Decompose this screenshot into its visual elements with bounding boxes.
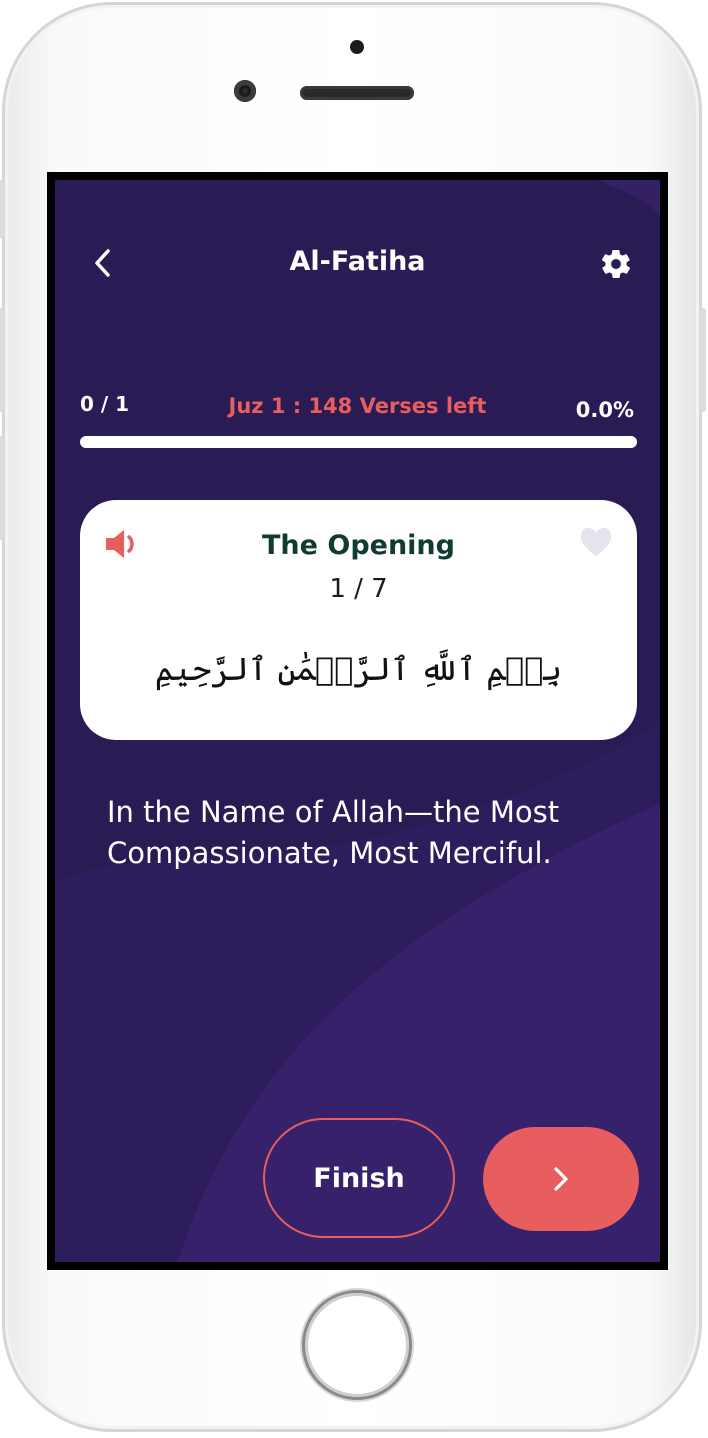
arabic-verse: بِسۡمِ ٱللَّهِ ٱلرَّحۡمَٰنِ ٱلرَّحِيمِ bbox=[154, 650, 563, 688]
mute-switch bbox=[0, 180, 4, 238]
app-screen: Al-Fatiha 0 / 1 Juz 1 : 148 Verses left … bbox=[55, 180, 660, 1262]
phone-screen: Al-Fatiha 0 / 1 Juz 1 : 148 Verses left … bbox=[47, 172, 668, 1270]
phone-frame: Al-Fatiha 0 / 1 Juz 1 : 148 Verses left … bbox=[0, 2, 706, 1432]
volume-down-button bbox=[0, 436, 4, 540]
progress-percent: 0.0% bbox=[575, 398, 634, 422]
heart-icon bbox=[580, 527, 612, 556]
front-camera bbox=[234, 80, 256, 102]
verse-card: The Opening 1 / 7 بِسۡمِ ٱللَّهِ ٱلرَّحۡ… bbox=[80, 500, 637, 740]
favorite-button[interactable] bbox=[579, 527, 613, 558]
volume-up-button bbox=[0, 308, 4, 412]
chevron-right-icon bbox=[554, 1167, 568, 1191]
earpiece-speaker bbox=[300, 86, 414, 100]
finish-button[interactable]: Finish bbox=[263, 1118, 455, 1238]
verse-translation: In the Name of Allah—the Most Compassion… bbox=[107, 795, 560, 870]
progress-bar bbox=[80, 436, 637, 448]
verses-remaining: Juz 1 : 148 Verses left bbox=[228, 394, 487, 418]
page-title: Al-Fatiha bbox=[289, 246, 426, 277]
home-button[interactable] bbox=[302, 1290, 412, 1400]
surah-english-name: The Opening bbox=[262, 530, 455, 561]
gear-icon bbox=[602, 249, 630, 279]
settings-button[interactable] bbox=[598, 246, 634, 282]
next-button[interactable] bbox=[483, 1127, 639, 1231]
power-button bbox=[700, 308, 706, 412]
proximity-sensor bbox=[350, 40, 364, 54]
verse-counter: 1 / 7 bbox=[329, 574, 388, 604]
